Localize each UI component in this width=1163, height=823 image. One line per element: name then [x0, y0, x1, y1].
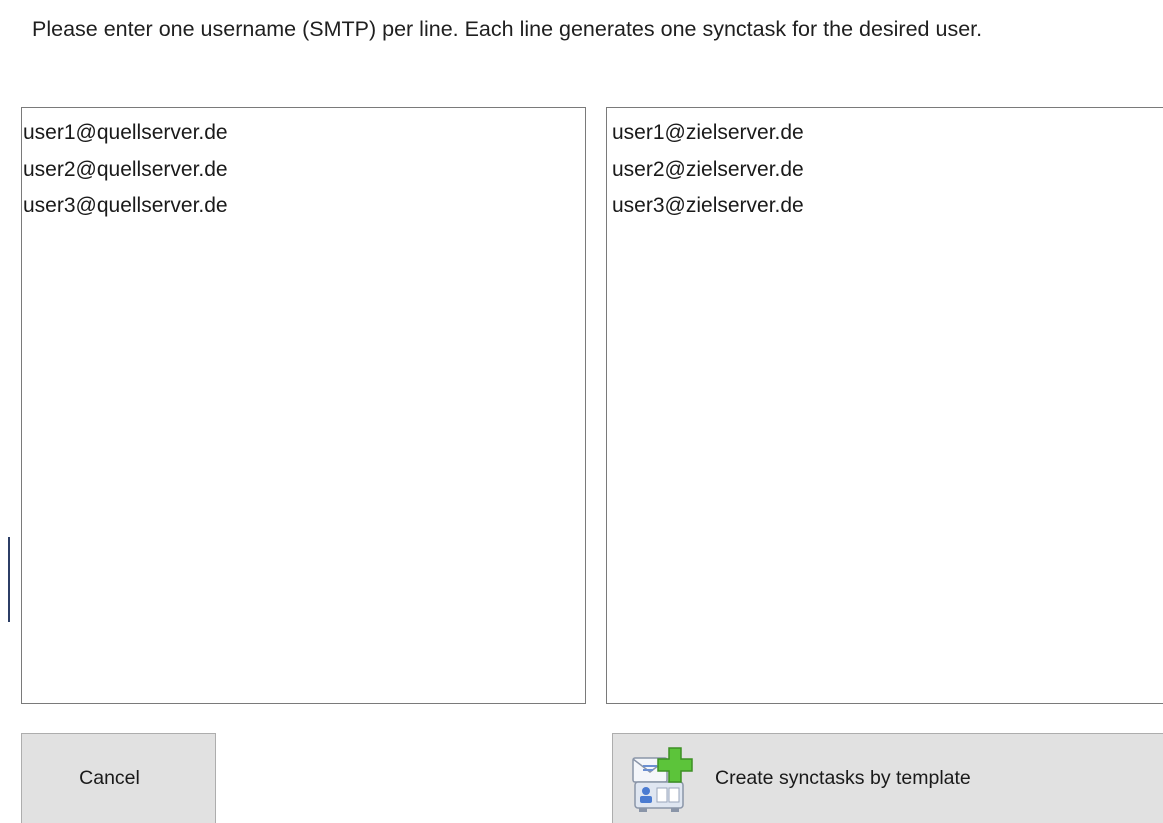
target-users-textbox[interactable]: user1@zielserver.de user2@zielserver.de …	[606, 107, 1163, 704]
target-user-line: user1@zielserver.de	[612, 121, 804, 144]
target-user-line: user2@zielserver.de	[612, 157, 804, 181]
template-add-icon	[632, 746, 693, 812]
cancel-button-label: Cancel	[79, 767, 140, 789]
source-user-line: user2@quellserver.de	[23, 157, 228, 181]
window-edge-marker	[8, 537, 10, 622]
target-user-line: user3@zielserver.de	[612, 194, 804, 217]
instructions-text: Please enter one username (SMTP) per lin…	[32, 17, 983, 41]
source-user-line: user3@quellserver.de	[23, 194, 228, 217]
source-user-line: user1@quellserver.de	[23, 121, 228, 144]
create-synctasks-button[interactable]: Create synctasks by template	[612, 733, 1163, 823]
source-users-textbox[interactable]: user1@quellserver.de user2@quellserver.d…	[21, 107, 586, 704]
cancel-button[interactable]: Cancel	[21, 733, 216, 823]
create-synctasks-label: Create synctasks by template	[715, 767, 971, 789]
